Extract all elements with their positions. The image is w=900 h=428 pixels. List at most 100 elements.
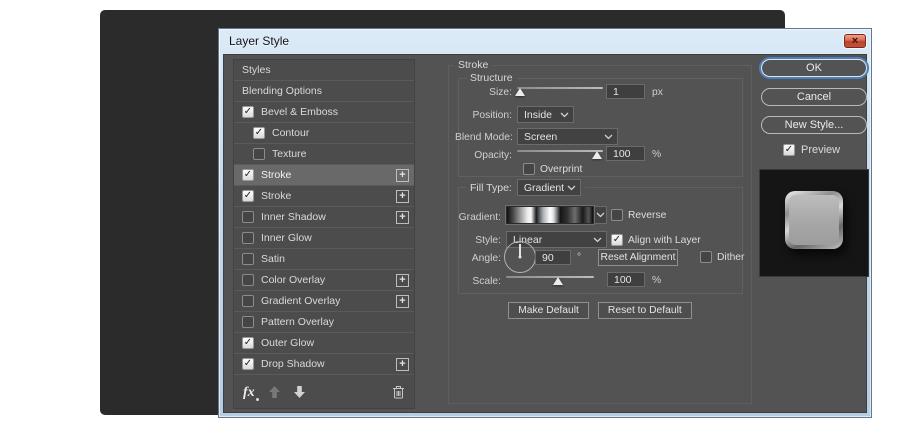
scale-input[interactable]: 100 <box>607 272 645 287</box>
angle-input[interactable]: 90 <box>535 250 571 265</box>
fill-type-legend-row: Fill Type: Gradient <box>466 179 585 196</box>
size-input[interactable]: 1 <box>606 84 645 99</box>
scale-label: Scale: <box>453 276 501 287</box>
sidebar-item-bevel-emboss[interactable]: ✓ Bevel & Emboss <box>234 102 414 123</box>
blend-mode-value: Screen <box>524 131 557 143</box>
checkbox-checked[interactable]: ✓ <box>253 127 265 139</box>
desktop-background: Layer Style × Styles Blending Options ✓ <box>100 10 785 415</box>
sidebar-item-gradient-overlay[interactable]: Gradient Overlay + <box>234 291 414 312</box>
sidebar-item-label: Pattern Overlay <box>261 316 334 328</box>
sidebar-toolbar: fx <box>234 375 414 408</box>
slider-thumb[interactable] <box>515 88 525 96</box>
sidebar-item-inner-shadow[interactable]: Inner Shadow + <box>234 207 414 228</box>
chevron-down-icon <box>560 112 569 118</box>
reset-to-default-button[interactable]: Reset to Default <box>598 302 692 319</box>
dial-needle <box>519 244 521 256</box>
checkbox-checked[interactable]: ✓ <box>242 169 254 181</box>
add-effect-button[interactable]: + <box>396 190 409 203</box>
sidebar-item-stroke-selected[interactable]: ✓ Stroke + <box>234 165 414 186</box>
sidebar-item-blending-options[interactable]: Blending Options <box>234 81 414 102</box>
fx-icon[interactable]: fx <box>243 383 255 401</box>
add-effect-button[interactable]: + <box>396 274 409 287</box>
sidebar-item-styles[interactable]: Styles <box>234 60 414 81</box>
slider-track[interactable] <box>517 150 603 152</box>
ok-button[interactable]: OK <box>761 59 867 77</box>
move-effect-down-button[interactable] <box>294 386 305 398</box>
sidebar-item-color-overlay[interactable]: Color Overlay + <box>234 270 414 291</box>
sidebar-item-contour[interactable]: ✓ Contour <box>234 123 414 144</box>
chevron-down-icon <box>567 185 576 191</box>
panel-title: Stroke <box>454 59 492 71</box>
new-style-button[interactable]: New Style... <box>761 116 867 134</box>
slider-track[interactable] <box>517 87 603 89</box>
fill-type-select[interactable]: Gradient <box>517 179 581 196</box>
delete-effect-button[interactable] <box>392 385 405 399</box>
add-effect-button[interactable]: + <box>396 169 409 182</box>
dither-checkbox[interactable] <box>700 251 712 263</box>
checkbox-unchecked[interactable] <box>242 211 254 223</box>
checkbox-unchecked[interactable] <box>242 253 254 265</box>
fill-type-label: Fill Type: <box>470 182 512 194</box>
sidebar-item-outer-glow[interactable]: ✓ Outer Glow <box>234 333 414 354</box>
make-default-button[interactable]: Make Default <box>508 302 589 319</box>
preview-checkbox[interactable]: ✓ <box>783 144 795 156</box>
sidebar-item-satin[interactable]: Satin <box>234 249 414 270</box>
sidebar-item-label: Contour <box>272 127 309 139</box>
cancel-button[interactable]: Cancel <box>761 88 867 106</box>
arrow-up-icon <box>269 386 280 398</box>
overprint-checkbox[interactable] <box>523 163 535 175</box>
close-button[interactable]: × <box>844 34 866 48</box>
move-effect-up-button[interactable] <box>269 386 280 398</box>
align-with-layer-checkbox[interactable]: ✓ <box>611 234 623 246</box>
blend-mode-select[interactable]: Screen <box>517 128 618 145</box>
close-icon: × <box>852 36 858 47</box>
preview-button-bevel <box>785 191 843 249</box>
structure-group: Structure Size: 1 px Position: Inside <box>458 78 743 177</box>
gradient-picker-arrow[interactable] <box>594 206 607 224</box>
checkbox-unchecked[interactable] <box>242 316 254 328</box>
add-effect-button[interactable]: + <box>396 295 409 308</box>
slider-track[interactable] <box>506 276 594 278</box>
add-effect-button[interactable]: + <box>396 211 409 224</box>
scale-slider[interactable] <box>506 272 594 287</box>
reverse-option: Reverse <box>611 209 666 221</box>
checkbox-unchecked[interactable] <box>242 274 254 286</box>
checkbox-checked[interactable]: ✓ <box>242 106 254 118</box>
position-value: Inside <box>524 109 552 121</box>
angle-unit: ° <box>577 252 581 263</box>
checkbox-checked[interactable]: ✓ <box>242 190 254 202</box>
sidebar-item-label: Texture <box>272 148 306 160</box>
reset-alignment-button[interactable]: Reset Alignment <box>598 249 678 266</box>
opacity-input[interactable]: 100 <box>606 146 645 161</box>
sidebar-item-texture[interactable]: Texture <box>234 144 414 165</box>
dialog-content: Styles Blending Options ✓ Bevel & Emboss… <box>223 54 867 413</box>
position-select[interactable]: Inside <box>517 106 574 123</box>
sidebar-item-drop-shadow[interactable]: ✓ Drop Shadow + <box>234 354 414 375</box>
overprint-label: Overprint <box>540 164 582 175</box>
slider-thumb[interactable] <box>553 277 563 285</box>
sidebar-item-label: Drop Shadow <box>261 358 325 370</box>
slider-thumb[interactable] <box>592 151 602 159</box>
checkbox-checked[interactable]: ✓ <box>242 358 254 370</box>
gradient-swatch[interactable] <box>506 206 594 224</box>
reverse-checkbox[interactable] <box>611 209 623 221</box>
preview-option: ✓ Preview <box>783 144 840 156</box>
checkbox-checked[interactable]: ✓ <box>242 337 254 349</box>
dialog-title: Layer Style <box>229 34 289 48</box>
overprint-option: Overprint <box>523 163 582 175</box>
opacity-slider[interactable] <box>517 146 603 161</box>
sidebar-item-pattern-overlay[interactable]: Pattern Overlay <box>234 312 414 333</box>
plus-icon: + <box>399 359 405 370</box>
checkbox-unchecked[interactable] <box>242 232 254 244</box>
sidebar-item-inner-glow[interactable]: Inner Glow <box>234 228 414 249</box>
dial-pivot <box>519 256 522 259</box>
sidebar-item-stroke-2[interactable]: ✓ Stroke + <box>234 186 414 207</box>
checkbox-unchecked[interactable] <box>253 148 265 160</box>
checkbox-unchecked[interactable] <box>242 295 254 307</box>
plus-icon: + <box>399 191 405 202</box>
dialog-titlebar[interactable]: Layer Style × <box>219 29 871 54</box>
size-slider[interactable] <box>517 83 603 98</box>
add-effect-button[interactable]: + <box>396 358 409 371</box>
angle-dial[interactable] <box>504 241 536 273</box>
opacity-label: Opacity: <box>459 150 512 161</box>
